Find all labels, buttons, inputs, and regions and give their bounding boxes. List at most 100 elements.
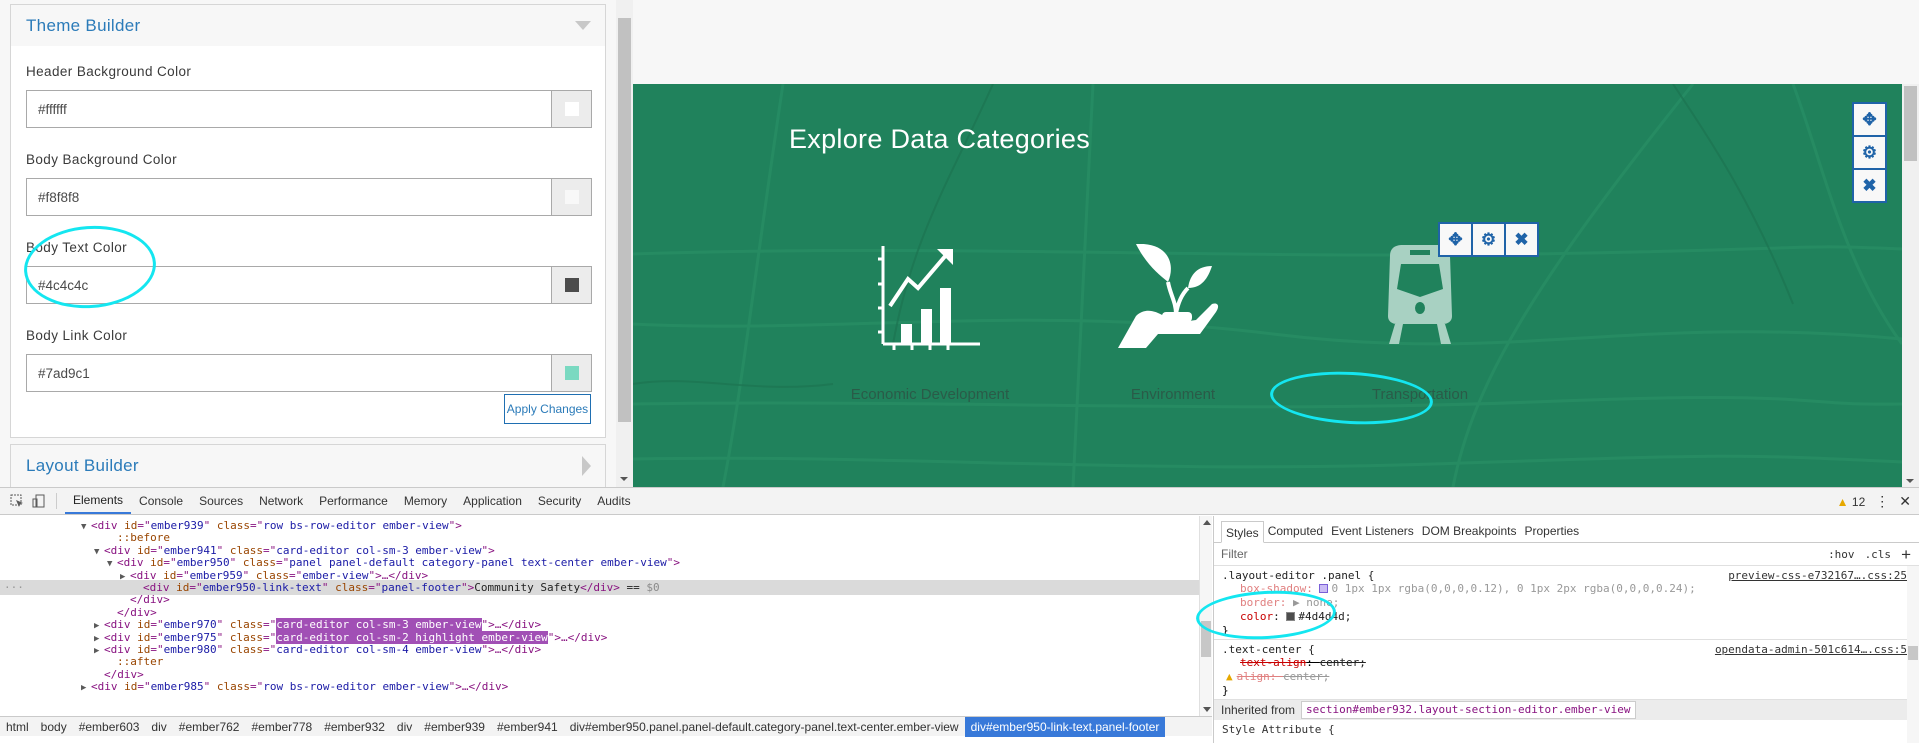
gear-button[interactable]: ⚙ [1854,137,1885,168]
expand-triangle-icon[interactable] [582,456,591,476]
preview-scrollbar[interactable] [1902,84,1919,487]
color-picker-button[interactable] [551,355,591,391]
scrollbar-thumb[interactable] [1908,646,1918,660]
breadcrumb-item[interactable]: #ember932 [318,717,391,737]
styles-tab-styles[interactable]: Styles [1221,521,1264,543]
hover-state-toggle[interactable]: :hov [1828,548,1855,561]
class-toggle[interactable]: .cls [1865,548,1892,561]
style-declaration[interactable]: text-align: center; [1222,656,1911,670]
section-title: Explore Data Categories [789,124,1091,154]
breadcrumb-item[interactable]: #ember941 [491,717,564,737]
breadcrumb-item[interactable]: body [35,717,73,737]
layout-builder-title: Layout Builder [26,456,139,475]
expand-arrow-icon[interactable]: ▶ [81,681,91,696]
devtools-tab-performance[interactable]: Performance [311,488,396,514]
category-card[interactable]: Environment [1053,244,1293,403]
scroll-down-arrow-icon[interactable] [620,477,628,481]
scrollbar-thumb[interactable] [618,18,631,422]
dom-token: " [203,680,217,694]
close-button[interactable]: ✖ [1506,224,1537,255]
category-label[interactable]: Economic Development [810,386,1050,403]
category-card[interactable]: Transportation [1300,244,1540,403]
style-declaration[interactable]: border: ▶ none; [1222,596,1911,610]
apply-changes-button[interactable]: Apply Changes [504,394,591,424]
scroll-down-arrow-icon[interactable] [1906,479,1914,483]
breadcrumb-item[interactable]: div#ember950.panel.panel-default.categor… [564,717,965,737]
layout-builder-header[interactable]: Layout Builder [11,445,605,487]
devtools-tab-network[interactable]: Network [251,488,311,514]
devtools-tab-sources[interactable]: Sources [191,488,251,514]
rule-source-link[interactable]: opendata-admin-501c614….css:5 [1715,643,1907,656]
color-picker-button[interactable] [551,91,591,127]
styles-tab-computed[interactable]: Computed [1264,520,1327,542]
breadcrumb-item[interactable]: div#ember950-link-text.panel-footer [964,716,1166,737]
category-card[interactable]: Economic Development [810,244,1050,403]
style-declaration[interactable]: ▲ align: center; [1222,670,1911,684]
devtools-tab-memory[interactable]: Memory [396,488,455,514]
color-swatch[interactable] [1286,612,1296,621]
devtools-tab-audits[interactable]: Audits [589,488,638,514]
breadcrumb-item[interactable]: #ember762 [173,717,246,737]
move-icon: ✥ [1862,109,1877,129]
category-label[interactable]: Transportation [1300,386,1540,403]
color-picker-button[interactable] [551,267,591,303]
gear-icon: ⚙ [1861,142,1878,162]
theme-builder-header[interactable]: Theme Builder [11,5,605,46]
scroll-up-arrow-icon[interactable] [1203,520,1211,525]
breadcrumb-item[interactable]: div [145,717,172,737]
field-label: Header Background Color [26,64,192,79]
css-value: center; [1283,670,1330,683]
more-menu-icon[interactable]: ⋮ [1875,493,1889,510]
new-style-rule-button[interactable]: + [1901,545,1911,565]
warning-counter[interactable]: ▲ 12 [1837,495,1866,509]
elements-scrollbar[interactable] [1199,516,1212,716]
header-bg-color-input[interactable] [27,91,551,127]
device-toolbar-icon[interactable] [28,488,50,514]
category-section: Explore Data Categories Economic Develop… [633,84,1902,487]
styles-pane: Styles Computed Event Listeners DOM Breakpo… [1194,516,1919,743]
close-devtools-icon[interactable]: ✕ [1899,493,1911,510]
toolbar-divider [56,493,57,509]
colon: : [1306,582,1320,595]
shadow-editor-icon[interactable] [1319,584,1329,593]
gear-button[interactable]: ⚙ [1473,224,1504,255]
body-link-color-input[interactable] [27,355,551,391]
color-picker-button[interactable] [551,179,591,215]
dom-node[interactable]: ▶ <div id="ember985" class="row bs-row-ed… [0,679,1199,694]
breadcrumb-item[interactable]: #ember603 [73,717,146,737]
breadcrumb-item[interactable]: html [0,717,35,737]
scrollbar-thumb[interactable] [1904,86,1917,161]
rule-close-brace: } [1222,684,1229,697]
sidebar-scrollbar[interactable] [616,0,633,487]
styles-scrollbar[interactable] [1907,566,1919,743]
style-attribute-rule[interactable]: Style Attribute { [1214,720,1919,739]
breadcrumb-item[interactable]: #ember778 [245,717,318,737]
elements-tree: ▼ <div id="ember939" class="row bs-row-ed… [0,516,1199,716]
breadcrumb-item[interactable]: div [391,717,418,737]
style-declaration[interactable]: box-shadow: 0 1px 1px rgba(0,0,0,0.12), … [1222,582,1911,596]
devtools-tab-console[interactable]: Console [131,488,191,514]
category-label[interactable]: Environment [1053,386,1293,403]
devtools-tab-security[interactable]: Security [530,488,589,514]
styles-tab-properties[interactable]: Properties [1520,520,1583,542]
devtools-tab-elements[interactable]: Elements [65,488,132,514]
collapse-triangle-icon[interactable] [575,21,591,30]
scroll-down-arrow-icon[interactable] [1203,707,1211,712]
close-button[interactable]: ✖ [1854,170,1885,201]
move-button[interactable]: ✥ [1440,224,1471,255]
scrollbar-thumb[interactable] [1201,621,1211,657]
chart-growth-icon [878,246,980,350]
move-button[interactable]: ✥ [1854,104,1885,135]
body-text-color-input[interactable] [27,267,551,303]
filter-input[interactable]: Filter [1221,547,1248,561]
body-bg-color-input[interactable] [27,179,551,215]
devtools-tab-application[interactable]: Application [455,488,530,514]
inspect-element-icon[interactable] [6,488,28,514]
breadcrumb-item[interactable]: #ember939 [418,717,491,737]
style-declaration[interactable]: color: #4d4d4d; [1222,610,1911,624]
styles-tab-event-listeners[interactable]: Event Listeners [1327,520,1418,542]
rule-source-link[interactable]: preview-css-e732167….css:25 [1728,569,1907,582]
field-label: Body Link Color [26,328,128,343]
inherited-selector-link[interactable]: section#ember932.layout-section-editor.e… [1301,701,1636,719]
styles-tab-dom-breakpoints[interactable]: DOM Breakpoints [1418,520,1521,542]
